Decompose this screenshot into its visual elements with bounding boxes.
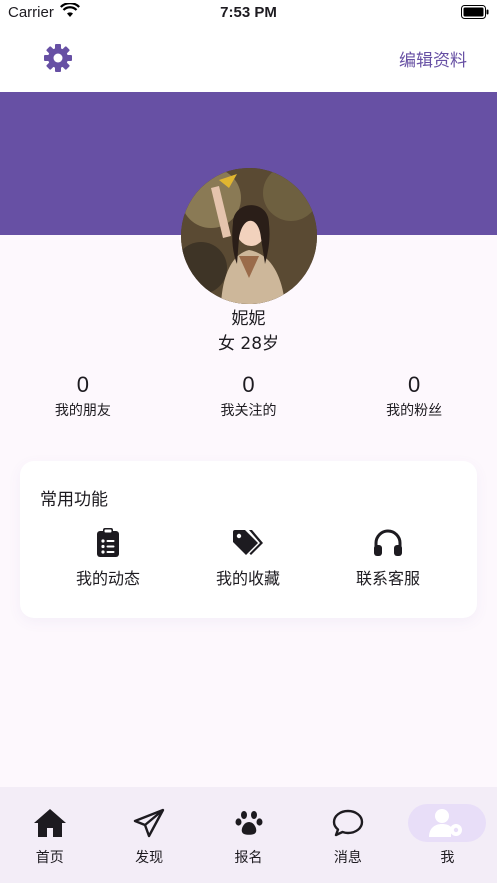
- tab-discover[interactable]: 发现: [99, 787, 198, 883]
- tab-label: 首页: [35, 850, 64, 866]
- function-label: 我的收藏: [215, 569, 280, 588]
- edit-profile-link[interactable]: 编辑资料: [399, 46, 467, 71]
- stat-value: 0: [408, 372, 421, 397]
- common-functions-card: 常用功能 我的动态 我的收藏 联系客服: [20, 461, 477, 618]
- paper-plane-icon: [133, 808, 165, 838]
- user-gear-icon: [429, 809, 463, 837]
- stat-value: 0: [242, 372, 255, 397]
- avatar[interactable]: [181, 168, 317, 304]
- home-icon: [33, 809, 66, 837]
- function-label: 我的动态: [75, 569, 140, 588]
- card-title: 常用功能: [40, 490, 108, 510]
- paw-icon: [235, 811, 263, 835]
- tab-me[interactable]: 我: [398, 787, 497, 883]
- stats-row: 0 我的朋友 0 我关注的 0 我的粉丝: [0, 372, 497, 420]
- profile-name: 妮妮: [231, 309, 266, 329]
- bottom-tab-bar: 首页 发现 报名 消息 我: [0, 787, 497, 883]
- stat-label: 我关注的: [220, 403, 277, 419]
- tags-icon: [233, 530, 263, 555]
- settings-button[interactable]: [40, 40, 76, 76]
- chat-bubble-icon: [332, 809, 364, 837]
- tab-label: 报名: [234, 850, 263, 866]
- stat-following[interactable]: 0 我关注的: [166, 372, 332, 420]
- headphones-icon: [374, 529, 402, 556]
- tab-signup[interactable]: 报名: [199, 787, 298, 883]
- stat-followers[interactable]: 0 我的粉丝: [331, 372, 497, 420]
- battery-icon: [461, 5, 489, 19]
- status-bar: Carrier 7:53 PM: [0, 0, 497, 26]
- my-favorites-button[interactable]: 我的收藏: [178, 527, 318, 589]
- my-posts-button[interactable]: 我的动态: [38, 527, 178, 589]
- functions-row: 我的动态 我的收藏 联系客服: [20, 527, 477, 589]
- tab-messages[interactable]: 消息: [298, 787, 397, 883]
- tab-label: 发现: [135, 850, 164, 866]
- stat-label: 我的粉丝: [386, 403, 443, 419]
- avatar-photo: [181, 168, 317, 304]
- tab-label: 我: [440, 850, 455, 866]
- tab-home[interactable]: 首页: [0, 787, 99, 883]
- stat-label: 我的朋友: [54, 403, 111, 419]
- tab-label: 消息: [333, 850, 362, 866]
- function-label: 联系客服: [355, 569, 420, 588]
- contact-support-button[interactable]: 联系客服: [318, 527, 458, 589]
- profile-meta: 女 28岁: [217, 334, 280, 354]
- stat-friends[interactable]: 0 我的朋友: [0, 372, 166, 420]
- stat-value: 0: [76, 372, 89, 397]
- clipboard-list-icon: [97, 528, 119, 557]
- gear-icon: [44, 44, 72, 72]
- clock: 7:53 PM: [220, 4, 277, 21]
- top-bar: 编辑资料: [0, 26, 497, 92]
